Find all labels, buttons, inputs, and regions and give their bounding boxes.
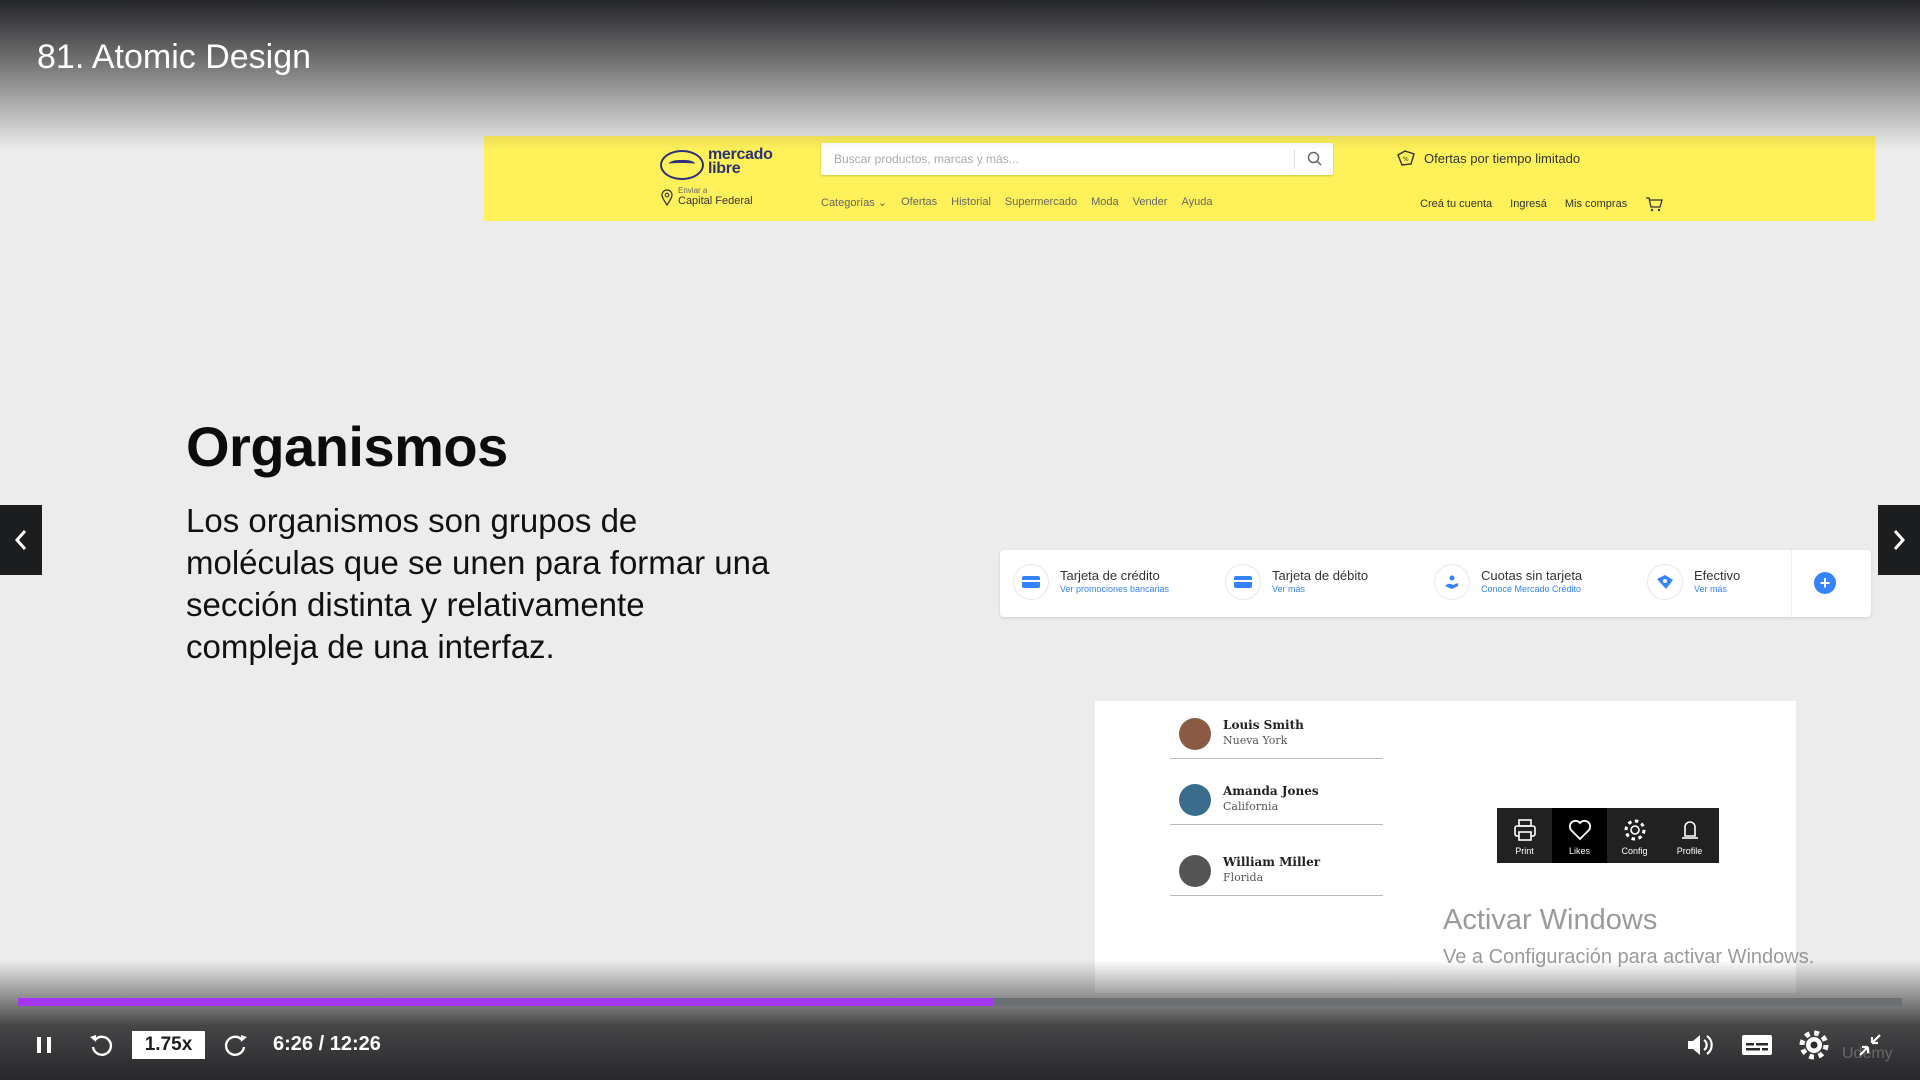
pause-icon (37, 1037, 51, 1053)
ml-user-item: Mis compras (1564, 198, 1628, 210)
payment-item-cash: Efectivo Ver más (1648, 565, 1740, 599)
ml-user-nav: Creá tu cuenta Ingresá Mis compras (1420, 196, 1664, 212)
rewind-icon (90, 1035, 113, 1056)
rewind-button[interactable] (84, 1028, 118, 1062)
forward-icon (224, 1035, 247, 1056)
toolbar-label: Config (1621, 845, 1648, 856)
search-icon (1307, 151, 1322, 166)
payment-title: Tarjeta de crédito (1060, 568, 1160, 583)
list-item: Amanda Jones California (1170, 767, 1383, 825)
toolbar-label: Likes (1568, 845, 1590, 856)
ml-location-value: Capital Federal (678, 195, 753, 207)
captions-icon (1742, 1035, 1772, 1055)
payment-sub: Conocé Mercado Crédito (1481, 584, 1582, 594)
ticket-icon: % (1397, 150, 1415, 166)
ml-nav-item: Categorías ⌄ (821, 197, 888, 209)
toolbar-print: Print (1497, 808, 1552, 863)
toolbar-label: Profile (1676, 845, 1703, 856)
chevron-right-icon (1893, 530, 1906, 550)
ml-category-nav: Categorías ⌄ Ofertas Historial Supermerc… (821, 196, 1212, 209)
avatar (1179, 784, 1211, 816)
ml-nav-item: Ofertas (901, 196, 938, 208)
person-city: Florida (1223, 871, 1264, 884)
payment-methods-card: Tarjeta de crédito Ver promociones banca… (1000, 550, 1871, 617)
ml-nav-item: Ayuda (1181, 196, 1213, 208)
person-name: Louis Smith (1223, 718, 1304, 732)
payment-title: Cuotas sin tarjeta (1481, 568, 1583, 583)
toolbar-label: Print (1515, 845, 1534, 856)
avatar (1179, 855, 1211, 887)
toolbar-profile: Profile (1662, 808, 1717, 863)
chevron-left-icon (14, 530, 27, 550)
payment-sub: Ver más (1272, 584, 1306, 594)
lecture-title: 81. Atomic Design (37, 38, 312, 76)
ml-location: Enviar a Capital Federal (660, 186, 753, 207)
volume-button[interactable] (1683, 1028, 1717, 1062)
next-lecture-button[interactable] (1878, 505, 1920, 575)
ml-nav-item: Historial (951, 196, 991, 208)
video-player: Organismos Los organismos son grupos de … (0, 0, 1920, 1080)
user-icon (1681, 820, 1698, 839)
svg-text:%: % (1403, 156, 1409, 163)
plus-icon: + (1814, 572, 1836, 594)
previous-lecture-button[interactable] (0, 505, 42, 575)
windows-activation-title: Activar Windows (1443, 904, 1658, 936)
pause-button[interactable] (28, 1028, 60, 1062)
payment-item-installments: Cuotas sin tarjeta Conocé Mercado Crédit… (1435, 565, 1582, 599)
cash-icon (1648, 565, 1682, 599)
playback-speed-button[interactable]: 1.75x (132, 1031, 205, 1059)
toolbar-likes: Likes (1552, 808, 1607, 863)
person-name: William Miller (1223, 855, 1321, 869)
settings-button[interactable] (1797, 1028, 1831, 1062)
volume-icon (1688, 1035, 1713, 1055)
payment-title: Efectivo (1694, 568, 1741, 583)
ml-nav-item: Moda (1091, 196, 1119, 208)
hand-coin-icon (1435, 565, 1469, 599)
avatar (1179, 718, 1211, 750)
payment-item-debit: Tarjeta de débito Ver más (1226, 565, 1368, 599)
captions-button[interactable] (1740, 1028, 1774, 1062)
icon-toolbar: Print Likes Config Profile (1497, 808, 1719, 863)
debit-card-icon (1226, 565, 1260, 599)
ml-location-label: Enviar a (678, 186, 708, 195)
time-display: 6:26 / 12:26 (273, 1033, 381, 1055)
slide-body-text: Los organismos son grupos de moléculas q… (186, 502, 770, 665)
person-city: California (1223, 800, 1279, 813)
list-item: Louis Smith Nueva York (1170, 701, 1383, 759)
payment-title: Tarjeta de débito (1272, 568, 1369, 583)
forward-button[interactable] (219, 1028, 253, 1062)
ml-user-item: Creá tu cuenta (1420, 198, 1493, 210)
slide-heading: Organismos (186, 415, 508, 478)
person-city: Nueva York (1223, 734, 1288, 747)
progress-bar-fill (18, 998, 994, 1006)
ml-promo-banner: % Ofertas por tiempo limitado (1396, 150, 1580, 166)
ml-nav-item: Supermercado (1004, 196, 1078, 208)
payment-item-credit: Tarjeta de crédito Ver promociones banca… (1014, 565, 1169, 599)
heart-icon (1568, 819, 1591, 840)
printer-icon (1513, 818, 1536, 841)
cart-icon (1646, 197, 1664, 212)
ml-search-placeholder: Buscar productos, marcas y más... (834, 152, 1019, 166)
location-pin-icon (661, 188, 673, 206)
logo-text-2: libre (708, 160, 741, 177)
ml-user-item: Ingresá (1510, 198, 1547, 210)
udemy-watermark: Udemy (1842, 1045, 1893, 1062)
ml-promo-text: Ofertas por tiempo limitado (1424, 150, 1581, 166)
payment-sub: Ver más (1694, 584, 1728, 594)
progress-bar[interactable] (18, 998, 1902, 1006)
list-item: William Miller Florida (1170, 838, 1383, 896)
toolbar-config: Config (1607, 808, 1662, 863)
credit-card-icon (1014, 565, 1048, 599)
payment-sub: Ver promociones bancarias (1060, 584, 1170, 594)
ml-nav-item: Vender (1132, 196, 1168, 208)
gear-icon (1799, 1030, 1829, 1060)
person-name: Amanda Jones (1223, 784, 1319, 798)
gear-icon (1624, 819, 1645, 840)
